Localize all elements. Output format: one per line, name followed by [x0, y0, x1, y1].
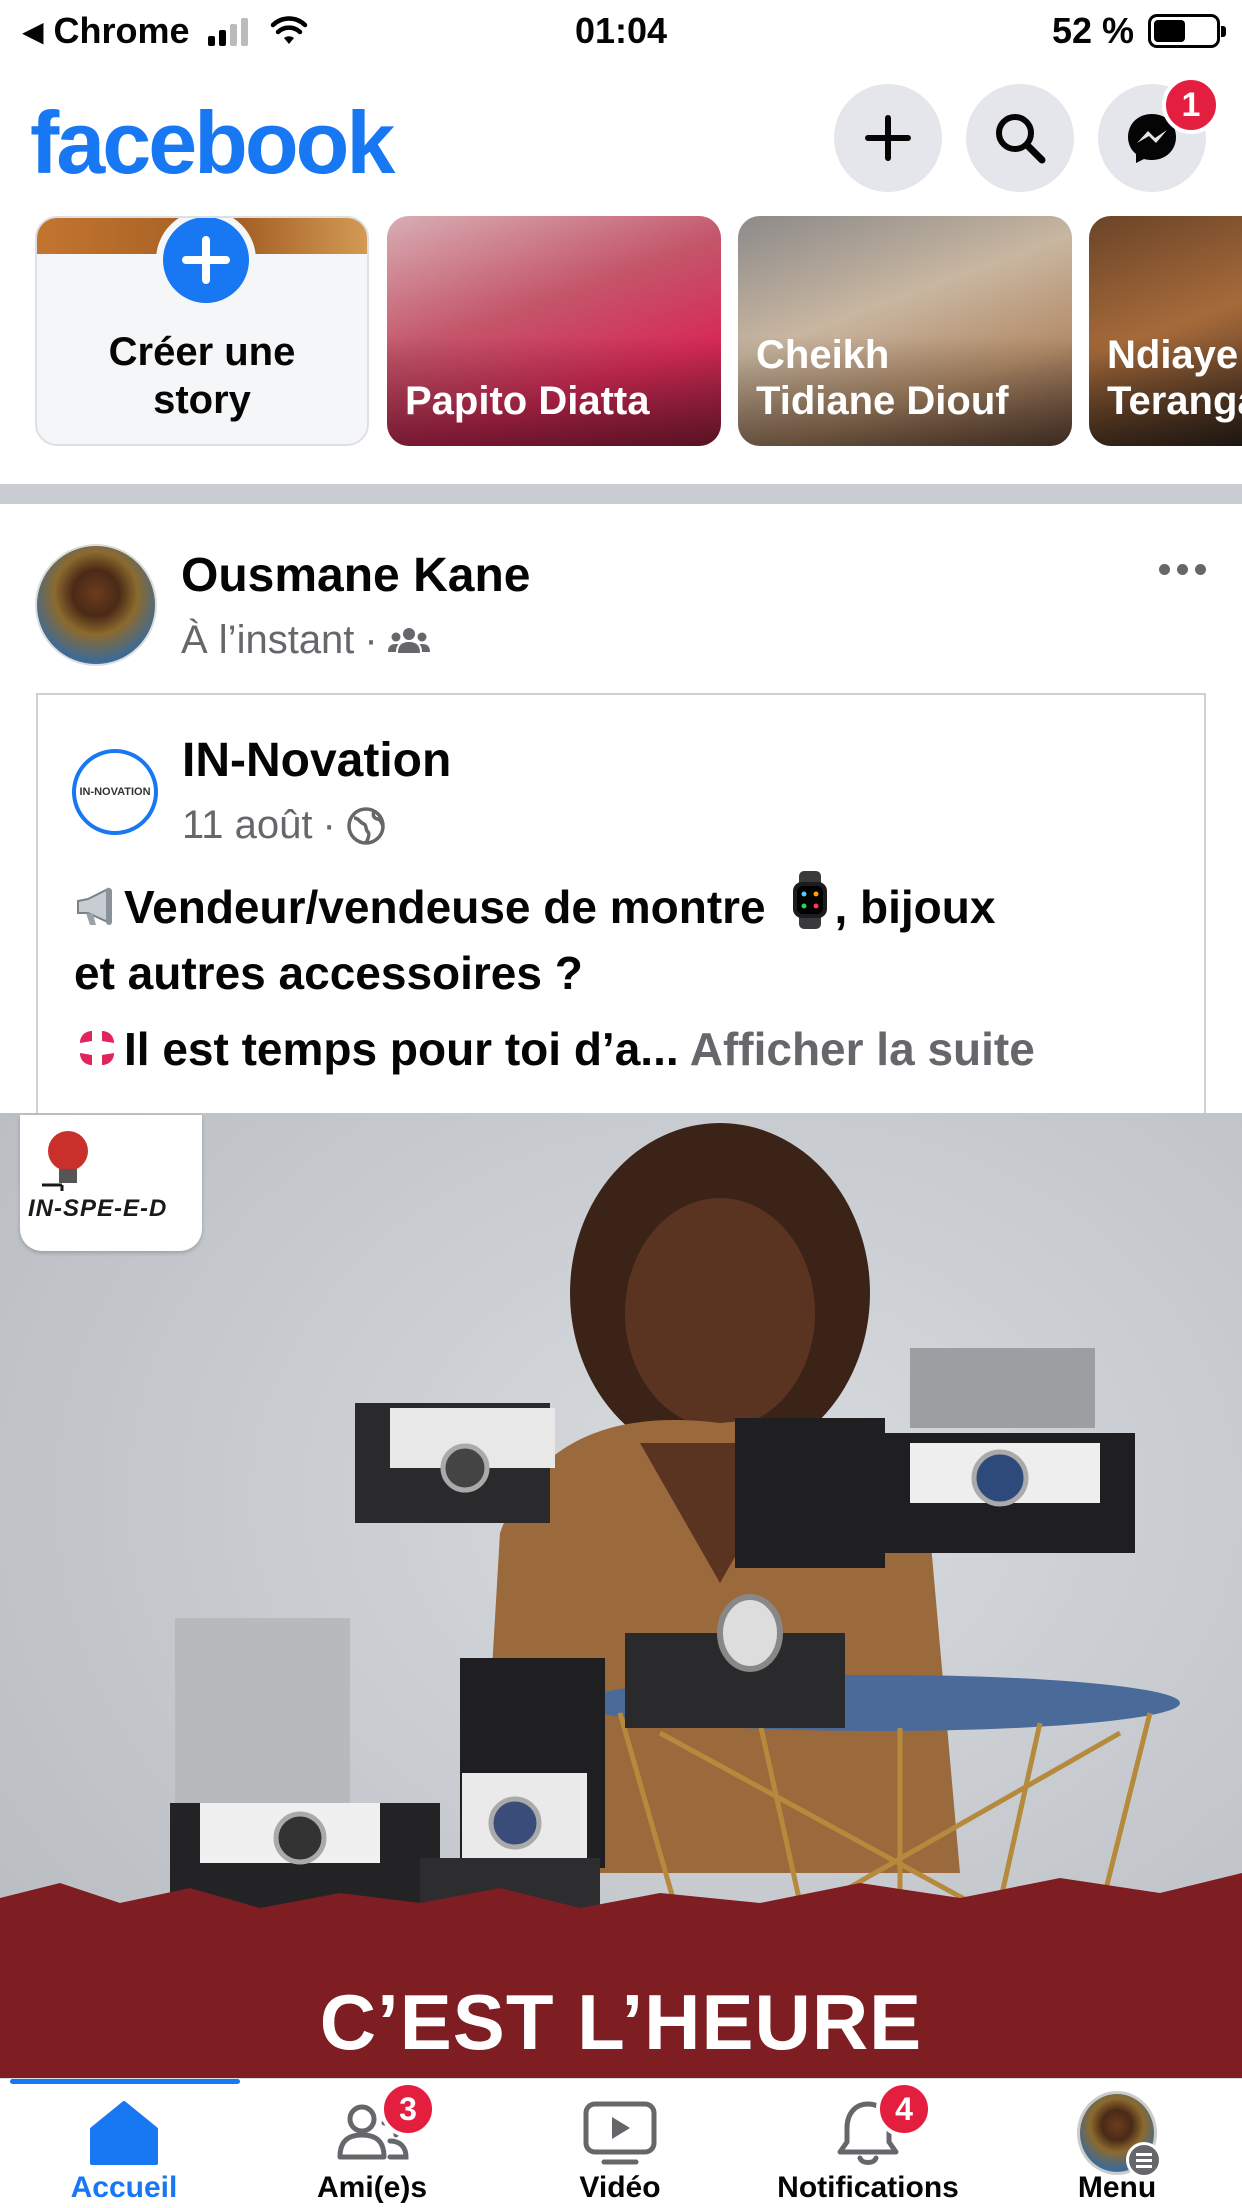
nav-notifications-label: Notifications — [777, 2171, 959, 2204]
nav-video-label: Vidéo — [579, 2171, 661, 2204]
globe-icon[interactable] — [346, 806, 386, 846]
watch-icon — [793, 871, 828, 929]
meta-separator: · — [364, 618, 378, 662]
search-icon — [996, 114, 1046, 164]
friends-badge: 3 — [380, 2081, 436, 2137]
app-header: facebook 1 — [0, 62, 1242, 212]
post-meta: À l’instant · — [181, 618, 430, 663]
image-caption: C’EST L’HEURE — [319, 1978, 923, 2066]
stories-tray: Créer une story Papito Diatta Cheikh Tid… — [0, 212, 1242, 462]
nav-menu-label: Menu — [1077, 2171, 1157, 2204]
nav-notifications[interactable]: 4 Notifications — [744, 2079, 992, 2208]
plus-icon — [865, 115, 911, 161]
status-bar: ◀ Chrome 01:04 52 % — [0, 0, 1242, 62]
post-text-line-1-end: , bijoux — [834, 881, 996, 933]
post-image[interactable]: C’EST L’HEURE IN-SPE-E-D — [0, 1113, 1242, 2078]
post-text-line-3: Il est temps pour toi d’a... Afficher la… — [74, 1016, 1184, 1082]
lightbulb-icon — [42, 1131, 88, 1191]
post-more-button[interactable] — [1159, 564, 1206, 575]
nav-video[interactable]: Vidéo — [496, 2079, 744, 2208]
feed-divider — [0, 484, 1242, 504]
nav-home-label: Accueil — [70, 2171, 178, 2204]
story-card[interactable]: Cheikh Tidiane Diouf — [738, 216, 1072, 446]
author-avatar[interactable] — [35, 544, 157, 666]
story-name: Ndiaye Teranga — [1107, 333, 1242, 423]
story-name: Papito Diatta — [405, 379, 650, 423]
post-text-line-3-main: Il est temps pour toi d’a... — [124, 1023, 679, 1075]
nav-home[interactable]: Accueil — [0, 2079, 248, 2208]
battery-fill — [1154, 20, 1186, 42]
in-speed-logo-text: IN-SPE-E-D — [28, 1195, 168, 1222]
more-dot — [1177, 564, 1188, 575]
post-time[interactable]: À l’instant — [181, 618, 354, 663]
battery-icon — [1148, 14, 1226, 48]
messenger-badge: 1 — [1162, 76, 1220, 134]
home-icon — [84, 2093, 164, 2173]
author-name[interactable]: Ousmane Kane — [181, 548, 530, 603]
shared-date[interactable]: 11 août — [182, 803, 313, 848]
story-card[interactable]: Papito Diatta — [387, 216, 721, 446]
menu-avatar — [1077, 2091, 1162, 2178]
bottom-nav: Accueil 3 Ami(e)s Vidéo 4 Notifications … — [0, 2078, 1242, 2208]
battery-percent: 52 % — [1051, 10, 1134, 51]
friends-audience-icon[interactable] — [387, 625, 430, 657]
post-text-line-1-main: Vendeur/vendeuse de montre — [124, 881, 766, 933]
page-avatar-text: IN-NOVATION — [79, 786, 151, 798]
shared-post-card[interactable]: IN-NOVATION IN-Novation 11 août · Vendeu… — [36, 693, 1206, 1113]
facebook-logo[interactable]: facebook — [30, 92, 395, 194]
post-text: Vendeur/vendeuse de montre , bijoux et a… — [74, 871, 1184, 1082]
see-more-link[interactable]: Afficher la suite — [690, 1023, 1035, 1075]
post-header: Ousmane Kane À l’instant · — [0, 504, 1242, 694]
messenger-button[interactable]: 1 — [1098, 76, 1220, 192]
create-story-card[interactable]: Créer une story — [35, 216, 369, 446]
post-text-line-2: et autres accessoires ? — [74, 947, 583, 999]
page-name[interactable]: IN-Novation — [182, 733, 451, 788]
create-story-plus-icon[interactable] — [156, 218, 256, 310]
nav-friends[interactable]: 3 Ami(e)s — [248, 2079, 496, 2208]
search-button[interactable] — [966, 84, 1074, 192]
story-name: Cheikh Tidiane Diouf — [756, 333, 1009, 423]
megaphone-icon — [77, 887, 112, 925]
meta-separator: · — [322, 803, 336, 847]
create-story-label: Créer une story — [108, 330, 296, 422]
story-card[interactable]: Ndiaye Teranga — [1089, 216, 1242, 446]
notifications-badge: 4 — [876, 2081, 932, 2137]
nav-friends-label: Ami(e)s — [316, 2171, 428, 2204]
status-right: 52 % — [1051, 10, 1226, 52]
shared-meta: 11 août · — [182, 803, 386, 848]
create-button[interactable] — [834, 84, 942, 192]
post-text-line-1: Vendeur/vendeuse de montre , bijoux — [74, 871, 1184, 940]
more-dot — [1195, 564, 1206, 575]
image-illustration — [0, 1123, 1242, 2078]
nav-menu[interactable]: Menu — [992, 2079, 1242, 2208]
video-icon — [580, 2093, 660, 2173]
more-dot — [1159, 564, 1170, 575]
in-speed-logo: IN-SPE-E-D — [20, 1115, 202, 1251]
page-avatar[interactable]: IN-NOVATION — [72, 749, 158, 835]
menu-avatar-icon — [1077, 2091, 1162, 2178]
anger-icon — [80, 1031, 114, 1065]
